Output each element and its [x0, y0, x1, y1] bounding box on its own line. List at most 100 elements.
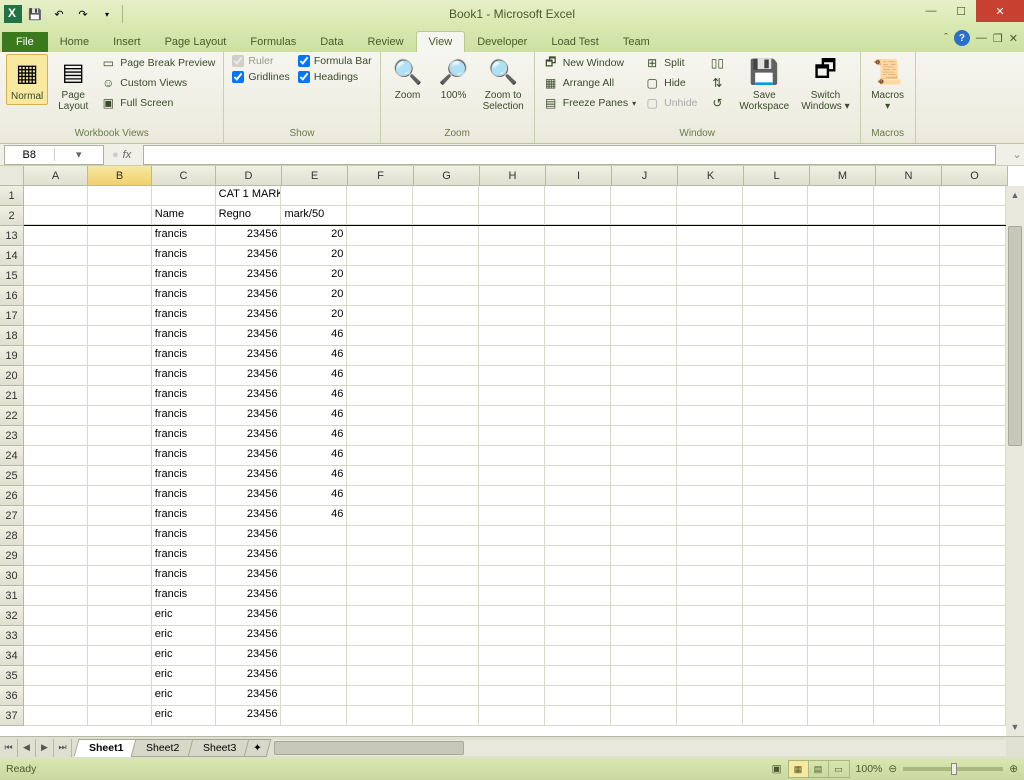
split-button[interactable]: ⊞Split	[642, 54, 699, 72]
view-side-by-side-button[interactable]: ▯▯	[707, 54, 727, 72]
hscroll-thumb[interactable]	[274, 741, 464, 755]
column-header[interactable]: D	[216, 166, 282, 186]
reset-window-button[interactable]: ↺	[707, 94, 727, 112]
column-header[interactable]: F	[348, 166, 414, 186]
sheet-tab-2[interactable]: Sheet2	[131, 739, 195, 757]
row-header[interactable]: 33	[0, 626, 24, 646]
arrange-all-button[interactable]: ▦Arrange All	[541, 74, 638, 92]
row-header[interactable]: 27	[0, 506, 24, 526]
maximize-button[interactable]: ☐	[946, 0, 976, 22]
row-header[interactable]: 14	[0, 246, 24, 266]
tab-formulas[interactable]: Formulas	[238, 32, 308, 52]
column-header[interactable]: B	[88, 166, 152, 186]
full-screen-button[interactable]: ▣Full Screen	[98, 94, 217, 112]
row-header[interactable]: 2	[0, 206, 24, 226]
file-tab[interactable]: File	[2, 32, 48, 52]
page-break-status-button[interactable]: ▭	[829, 761, 849, 777]
row-header[interactable]: 31	[0, 586, 24, 606]
row-header[interactable]: 18	[0, 326, 24, 346]
help-icon[interactable]: ?	[954, 30, 970, 46]
column-header[interactable]: H	[480, 166, 546, 186]
row-header[interactable]: 37	[0, 706, 24, 726]
tab-data[interactable]: Data	[308, 32, 355, 52]
sheet-first-button[interactable]: ⏮	[0, 739, 18, 757]
column-header[interactable]: A	[24, 166, 88, 186]
row-header[interactable]: 34	[0, 646, 24, 666]
horizontal-scrollbar[interactable]	[274, 740, 1006, 756]
row-header[interactable]: 17	[0, 306, 24, 326]
tab-developer[interactable]: Developer	[465, 32, 539, 52]
cells-area[interactable]: CAT 1 MARKSNameRegnomark/50francis234562…	[24, 186, 1006, 736]
name-box-dropdown-icon[interactable]: ▾	[54, 148, 104, 161]
macros-button[interactable]: 📜Macros▾	[867, 54, 909, 114]
zoom-slider-thumb[interactable]	[951, 763, 957, 775]
undo-button[interactable]: ↶	[48, 3, 70, 25]
zoom-100-button[interactable]: 🔎100%	[433, 54, 475, 103]
hide-button[interactable]: ▢Hide	[642, 74, 699, 92]
normal-view-status-button[interactable]: ▦	[789, 761, 809, 777]
workbook-restore-icon[interactable]: ❐	[993, 32, 1003, 45]
zoom-in-button[interactable]: ⊕	[1009, 763, 1018, 775]
scroll-down-icon[interactable]: ▼	[1006, 718, 1024, 736]
minimize-button[interactable]: —	[916, 0, 946, 22]
row-header[interactable]: 26	[0, 486, 24, 506]
tab-review[interactable]: Review	[355, 32, 415, 52]
zoom-button[interactable]: 🔍Zoom	[387, 54, 429, 103]
excel-logo-icon[interactable]	[4, 5, 22, 23]
sheet-last-button[interactable]: ⏭	[54, 739, 72, 757]
column-header[interactable]: O	[942, 166, 1008, 186]
column-header[interactable]: K	[678, 166, 744, 186]
column-header[interactable]: L	[744, 166, 810, 186]
sheet-prev-button[interactable]: ◀	[18, 739, 36, 757]
row-header[interactable]: 36	[0, 686, 24, 706]
sheet-next-button[interactable]: ▶	[36, 739, 54, 757]
save-workspace-button[interactable]: 💾Save Workspace	[735, 54, 793, 114]
row-header[interactable]: 20	[0, 366, 24, 386]
redo-button[interactable]: ↷	[72, 3, 94, 25]
row-header[interactable]: 21	[0, 386, 24, 406]
page-layout-status-button[interactable]: ▤	[809, 761, 829, 777]
row-header[interactable]: 22	[0, 406, 24, 426]
formula-input[interactable]	[143, 145, 996, 165]
minimize-ribbon-icon[interactable]: ˆ	[944, 32, 948, 44]
headings-checkbox[interactable]: Headings	[296, 70, 374, 84]
column-header[interactable]: I	[546, 166, 612, 186]
column-header[interactable]: N	[876, 166, 942, 186]
sheet-tab-3[interactable]: Sheet3	[187, 739, 251, 757]
tab-team[interactable]: Team	[611, 32, 662, 52]
formula-expand-icon[interactable]: ⌄	[1010, 148, 1024, 161]
switch-windows-button[interactable]: 🗗Switch Windows ▾	[797, 54, 853, 114]
gridlines-checkbox[interactable]: Gridlines	[230, 70, 291, 84]
new-window-button[interactable]: 🗗New Window	[541, 54, 638, 72]
tab-loadtest[interactable]: Load Test	[539, 32, 611, 52]
scroll-up-icon[interactable]: ▲	[1006, 186, 1024, 204]
column-header[interactable]: G	[414, 166, 480, 186]
close-button[interactable]: ✕	[976, 0, 1024, 22]
row-header[interactable]: 16	[0, 286, 24, 306]
row-header[interactable]: 35	[0, 666, 24, 686]
row-header[interactable]: 29	[0, 546, 24, 566]
workbook-minimize-icon[interactable]: —	[976, 32, 987, 44]
fx-icon[interactable]: fx	[123, 149, 136, 161]
page-layout-button[interactable]: ▤ Page Layout	[52, 54, 94, 114]
custom-views-button[interactable]: ☺Custom Views	[98, 74, 217, 92]
row-header[interactable]: 25	[0, 466, 24, 486]
row-header[interactable]: 19	[0, 346, 24, 366]
row-header[interactable]: 28	[0, 526, 24, 546]
page-break-preview-button[interactable]: ▭Page Break Preview	[98, 54, 217, 72]
name-box[interactable]: B8 ▾	[4, 145, 104, 165]
tab-insert[interactable]: Insert	[101, 32, 153, 52]
macro-record-icon[interactable]: ▣	[772, 763, 782, 775]
save-button[interactable]: 💾	[24, 3, 46, 25]
row-header[interactable]: 32	[0, 606, 24, 626]
scroll-thumb[interactable]	[1008, 226, 1022, 446]
column-header[interactable]: E	[282, 166, 348, 186]
row-header[interactable]: 24	[0, 446, 24, 466]
sheet-tab-1[interactable]: Sheet1	[74, 739, 139, 757]
zoom-level[interactable]: 100%	[856, 763, 883, 775]
row-header[interactable]: 13	[0, 226, 24, 246]
vertical-scrollbar[interactable]: ▲ ▼	[1006, 186, 1024, 736]
freeze-panes-button[interactable]: ▤Freeze Panes ▾	[541, 94, 638, 112]
row-header[interactable]: 23	[0, 426, 24, 446]
column-header[interactable]: M	[810, 166, 876, 186]
